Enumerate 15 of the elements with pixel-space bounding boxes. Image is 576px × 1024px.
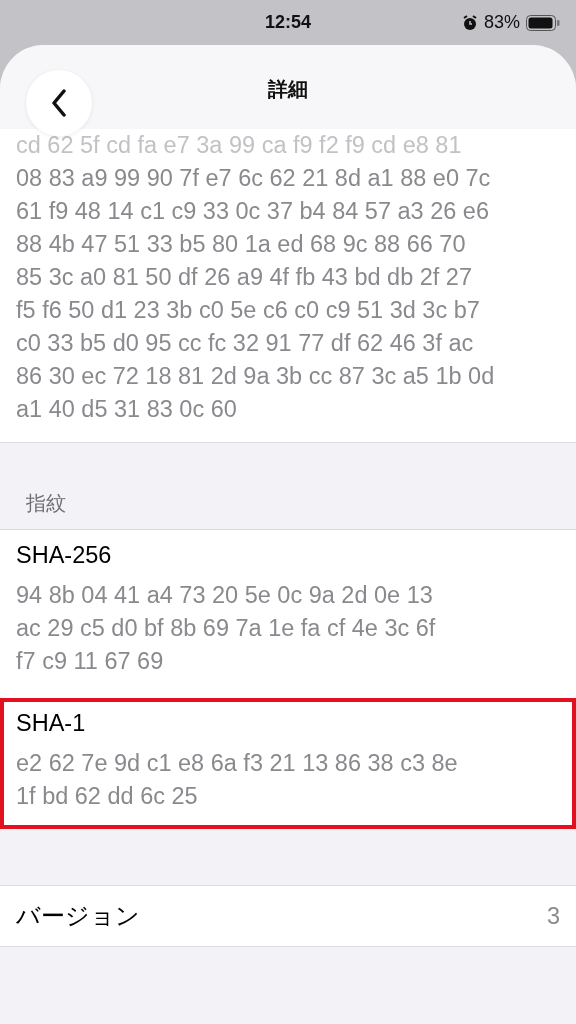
fingerprint-hex: 94 8b 04 41 a4 73 20 5e 0c 9a 2d 0e 13 ac 29 c5 d0 bf 8b 69 7a 1e fa cf 4e 3c 6f f7 c9 11 67 69 xyxy=(16,581,437,676)
back-button[interactable] xyxy=(26,70,92,136)
version-label: バージョン xyxy=(16,902,140,931)
alarm-icon xyxy=(461,14,478,31)
battery-icon xyxy=(526,14,560,31)
status-time: 12:54 xyxy=(263,12,312,33)
key-hex-text: cd 62 5f cd fa e7 3a 99 ca f9 f2 f9 cd e8 81 08 83 a9 99 90 7f e7 6c 62 21 8d a1 88 e0 7c 61 f9 48 14 c1 c9 33 0c 37 b4 84 57 a3 26 e6 88 4b 47 51 33 b5 80 1a ed 68 9c 88 66 70 85 3c a0 81 50 df 26 a9 4f fb 43 bd db 2f 27 f5 f6 50 d1 23 3b c0 5e c6 c0 c9 51 3d 3c b7 c0 33 b5 d0 95 cc fc 32 91 77 df 62 46 3f ac 86 30 ec 72 18 81 2d 9a 3b cc 87 3c a5 1b 0d a1 40 d5 31 83 0c 60 xyxy=(16,131,496,424)
fingerprint-label: SHA-1 xyxy=(16,710,87,737)
back-chevron-icon xyxy=(51,89,67,117)
fingerprint-hex: e2 62 7e 9d c1 e8 6a f3 21 13 86 38 c3 8e 1f bd 62 dd 6c 25 xyxy=(16,749,459,811)
version-value: 3 xyxy=(546,902,560,930)
nav-title: 詳細 xyxy=(268,76,308,102)
battery-percent: 83% xyxy=(483,12,520,33)
section-header: 指紋 xyxy=(26,491,66,516)
fingerprint-label: SHA-256 xyxy=(16,542,113,569)
